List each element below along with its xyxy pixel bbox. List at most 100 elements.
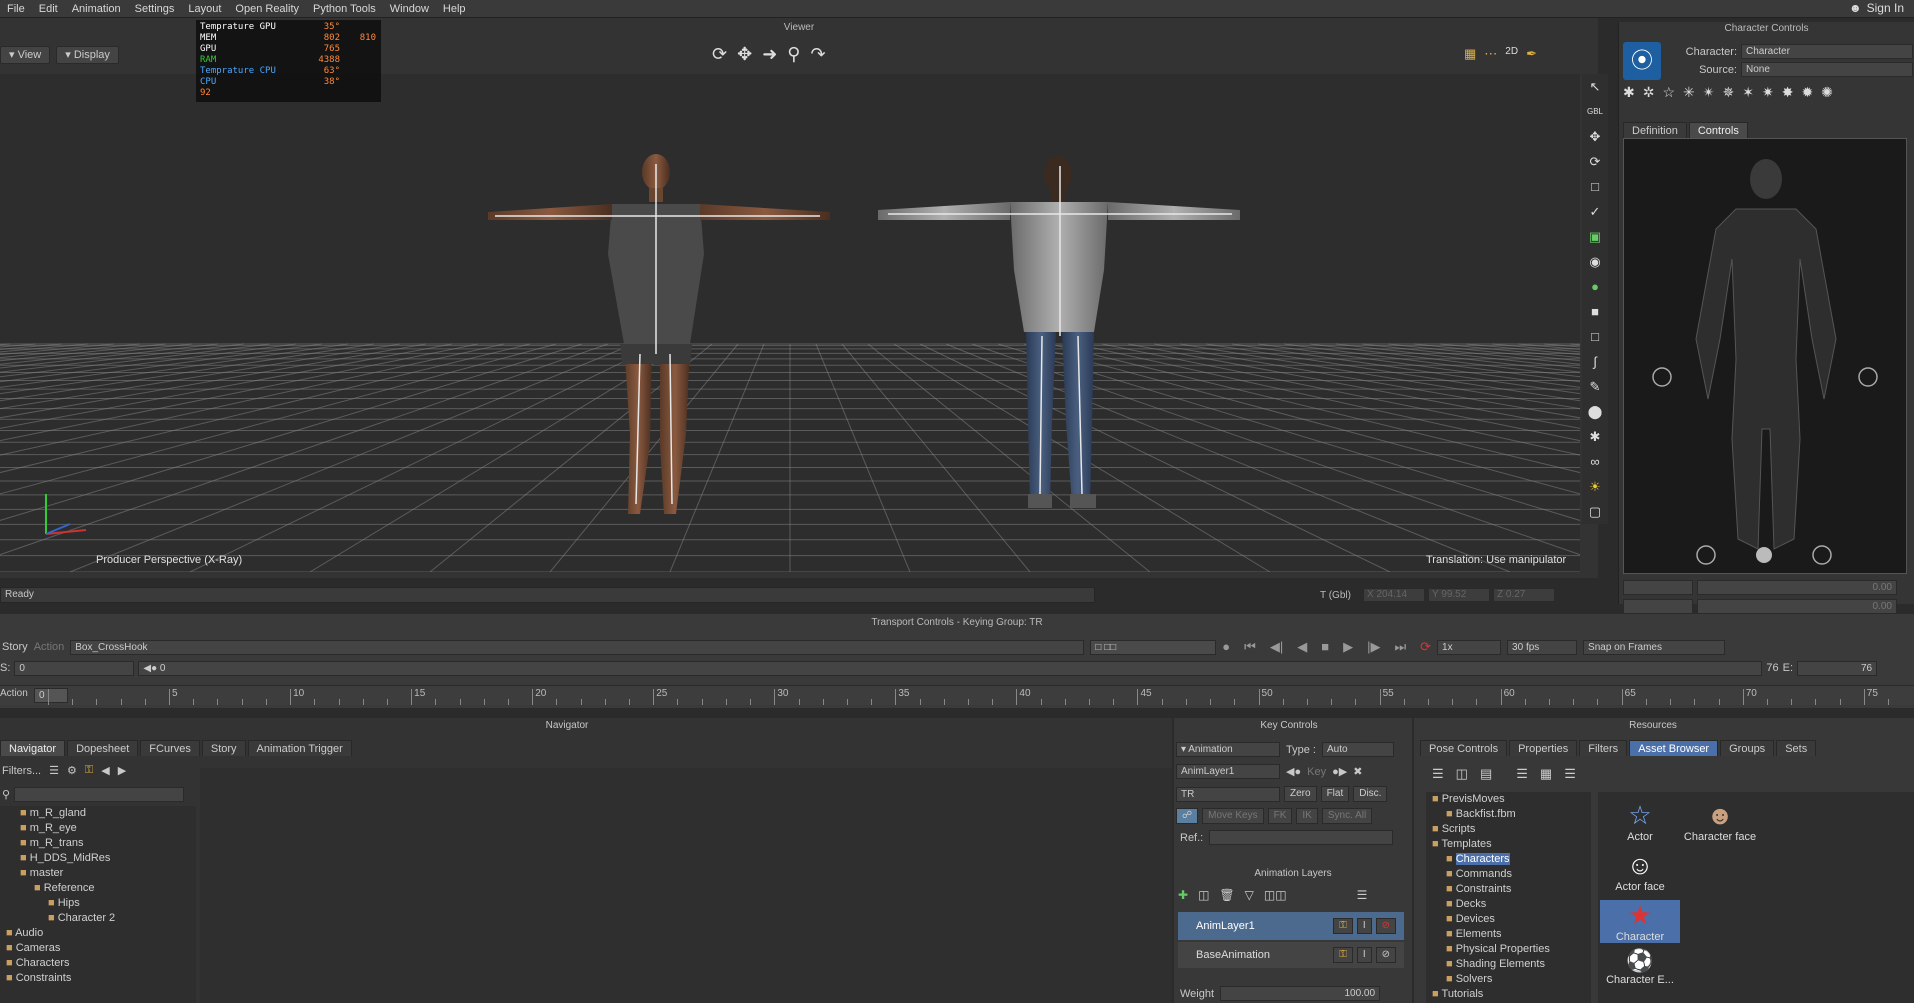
body-part-icon[interactable]: ✴ xyxy=(1703,84,1715,104)
trajectory-icon[interactable]: ⋯ xyxy=(1484,46,1497,62)
prev-key-icon[interactable]: ◀| xyxy=(1270,639,1283,655)
detail-view-icon[interactable]: ☰ xyxy=(1564,766,1576,782)
layout-toggle[interactable]: □ □□ xyxy=(1090,639,1217,655)
stop-icon[interactable]: ■ xyxy=(1321,639,1329,655)
next-key-button[interactable]: ●▶ xyxy=(1332,765,1347,778)
tab-filters[interactable]: Filters xyxy=(1579,740,1628,756)
ref-select[interactable] xyxy=(1209,830,1394,845)
character-control-figure[interactable] xyxy=(1623,138,1907,574)
flat-button[interactable]: Flat xyxy=(1320,786,1350,802)
delete-layer-icon[interactable]: 🗑 xyxy=(1219,888,1234,902)
tree-node[interactable]: ■ Scripts xyxy=(1426,822,1591,837)
transform-tool-icon[interactable]: ✓ xyxy=(1586,203,1604,221)
tab-pose-controls[interactable]: Pose Controls xyxy=(1420,740,1508,756)
character-select[interactable]: Character xyxy=(1741,44,1913,59)
current-frame-box[interactable]: 0 xyxy=(34,688,68,703)
tree-node[interactable]: ■ PrevisMoves xyxy=(1426,792,1591,807)
filter-icon[interactable]: ⚙ xyxy=(67,764,77,777)
menu-settings[interactable]: Settings xyxy=(128,0,182,18)
key-button[interactable]: Key xyxy=(1307,766,1326,778)
coord-x-field[interactable]: X 204.14 xyxy=(1363,588,1425,602)
menu-help[interactable]: Help xyxy=(436,0,473,18)
full-body-icon[interactable]: ✳ xyxy=(1683,84,1695,104)
display-menu-button[interactable]: ▾ Display xyxy=(56,46,119,64)
layer-row-animlayer1[interactable]: AnimLayer1 ⚿ I ⊘ xyxy=(1178,912,1404,940)
tree-node[interactable]: ■ Backfist.fbm xyxy=(1426,807,1591,822)
tab-asset-browser[interactable]: Asset Browser xyxy=(1629,740,1719,756)
character-logo-icon[interactable]: ⦿ xyxy=(1623,42,1661,80)
sync-all-button[interactable]: Sync. All xyxy=(1321,808,1373,824)
tree-node[interactable]: ■ Physical Properties xyxy=(1426,942,1591,957)
tree-node[interactable]: ■ Commands xyxy=(1426,867,1591,882)
tree-node[interactable]: ■ master xyxy=(0,866,196,881)
tab-sets[interactable]: Sets xyxy=(1776,740,1817,756)
mute-layer-icon[interactable]: ⊘ xyxy=(1375,947,1396,963)
slider2-value[interactable]: 0.00 xyxy=(1697,599,1897,614)
sign-in-button[interactable]: ☻ Sign In xyxy=(1849,1,1904,15)
tree-view-icon[interactable]: ☰ xyxy=(1432,766,1444,782)
bone-alt-icon[interactable]: ✲ xyxy=(1643,84,1655,104)
lock-layer-icon[interactable]: ⚿ xyxy=(1333,918,1353,934)
pick-icon[interactable]: ✒ xyxy=(1526,46,1537,62)
light-tool-icon[interactable]: ● xyxy=(1586,278,1604,296)
null-icon[interactable]: ✱ xyxy=(1586,428,1604,446)
menu-edit[interactable]: Edit xyxy=(32,0,65,18)
scale-tool-icon[interactable]: □ xyxy=(1586,178,1604,196)
layer-row-baseanimation[interactable]: BaseAnimation ⚿ I ⊘ xyxy=(1178,942,1404,968)
fps-select[interactable]: 30 fps xyxy=(1507,639,1578,655)
roll-icon[interactable]: ↷ xyxy=(810,44,825,65)
tree-node[interactable]: ■ Character 2 xyxy=(0,911,196,926)
goto-start-icon[interactable]: ⏮ xyxy=(1244,639,1256,655)
3d-viewport[interactable]: Producer Perspective (X-Ray) Translation… xyxy=(0,74,1580,572)
tab-properties[interactable]: Properties xyxy=(1509,740,1578,756)
navigator-search-input[interactable] xyxy=(14,786,185,802)
tab-groups[interactable]: Groups xyxy=(1720,740,1775,756)
frame-icon[interactable]: ▢ xyxy=(1586,503,1604,521)
layer-menu-icon[interactable]: ☰ xyxy=(1357,888,1368,902)
ik-button[interactable]: IK xyxy=(1296,808,1318,824)
2d-icon[interactable]: 2D xyxy=(1505,46,1518,62)
tree-node[interactable]: ■ Shading Elements xyxy=(1426,957,1591,972)
duplicate-layer-icon[interactable]: ◫ xyxy=(1198,888,1209,902)
tab-fcurves[interactable]: FCurves xyxy=(140,740,200,756)
tree-node[interactable]: ■ Characters xyxy=(1426,852,1591,867)
reach-icon[interactable]: ✹ xyxy=(1801,84,1813,104)
action-mode-select[interactable]: Action xyxy=(34,641,65,653)
group-icon[interactable]: ∞ xyxy=(1586,453,1604,471)
asset-actor[interactable]: ☆ Actor xyxy=(1600,800,1680,843)
view-menu-button[interactable]: ▾ View xyxy=(0,46,51,64)
dolly-icon[interactable]: ➜ xyxy=(762,44,777,65)
filters-button[interactable]: Filters... xyxy=(2,765,41,777)
tree-node[interactable]: ■ Templates xyxy=(1426,837,1591,852)
timeline-range[interactable]: ◀● 0 xyxy=(138,660,1763,676)
merge-layer-icon[interactable]: ▽ xyxy=(1245,888,1254,902)
speed-select[interactable]: 1x xyxy=(1437,639,1502,655)
path-icon[interactable]: ∫ xyxy=(1586,353,1604,371)
fk-button[interactable]: FK xyxy=(1267,808,1293,824)
end-frame-field[interactable]: 76 xyxy=(1797,660,1878,676)
key-type-select[interactable]: Auto xyxy=(1321,742,1394,757)
pan-icon[interactable]: ✥ xyxy=(737,44,752,65)
global-icon[interactable]: GBL xyxy=(1586,103,1604,121)
zero-button[interactable]: Zero xyxy=(1284,786,1317,802)
coord-y-field[interactable]: Y 99.52 xyxy=(1428,588,1490,602)
tree-node[interactable]: ■ Constraints xyxy=(0,971,196,986)
menu-open-reality[interactable]: Open Reality xyxy=(228,0,306,18)
tree-node[interactable]: ■ Audio xyxy=(0,926,196,941)
list-icon[interactable]: ☰ xyxy=(49,764,59,777)
pin-icon[interactable]: ✶ xyxy=(1742,84,1754,104)
menu-animation[interactable]: Animation xyxy=(65,0,128,18)
pivot-tool-icon[interactable]: ▣ xyxy=(1586,228,1604,246)
next-key-icon[interactable]: |▶ xyxy=(1367,639,1380,655)
marker-icon[interactable]: ✎ xyxy=(1586,378,1604,396)
solo-layer-icon[interactable]: I xyxy=(1356,918,1372,934)
tree-node[interactable]: ■ m_R_eye xyxy=(0,821,196,836)
tab-definition[interactable]: Definition xyxy=(1623,122,1687,138)
play-reverse-icon[interactable]: ◀ xyxy=(1297,639,1307,655)
stiffness-icon[interactable]: ✸ xyxy=(1782,84,1794,104)
stickman-icon[interactable]: ☆ xyxy=(1662,84,1675,104)
list-view-icon[interactable]: ☰ xyxy=(1516,766,1528,782)
asset-actor-face[interactable]: ☺ Actor face xyxy=(1600,850,1680,893)
animation-mode-select[interactable]: ▾ Animation xyxy=(1176,742,1280,757)
menu-file[interactable]: File xyxy=(0,0,32,18)
